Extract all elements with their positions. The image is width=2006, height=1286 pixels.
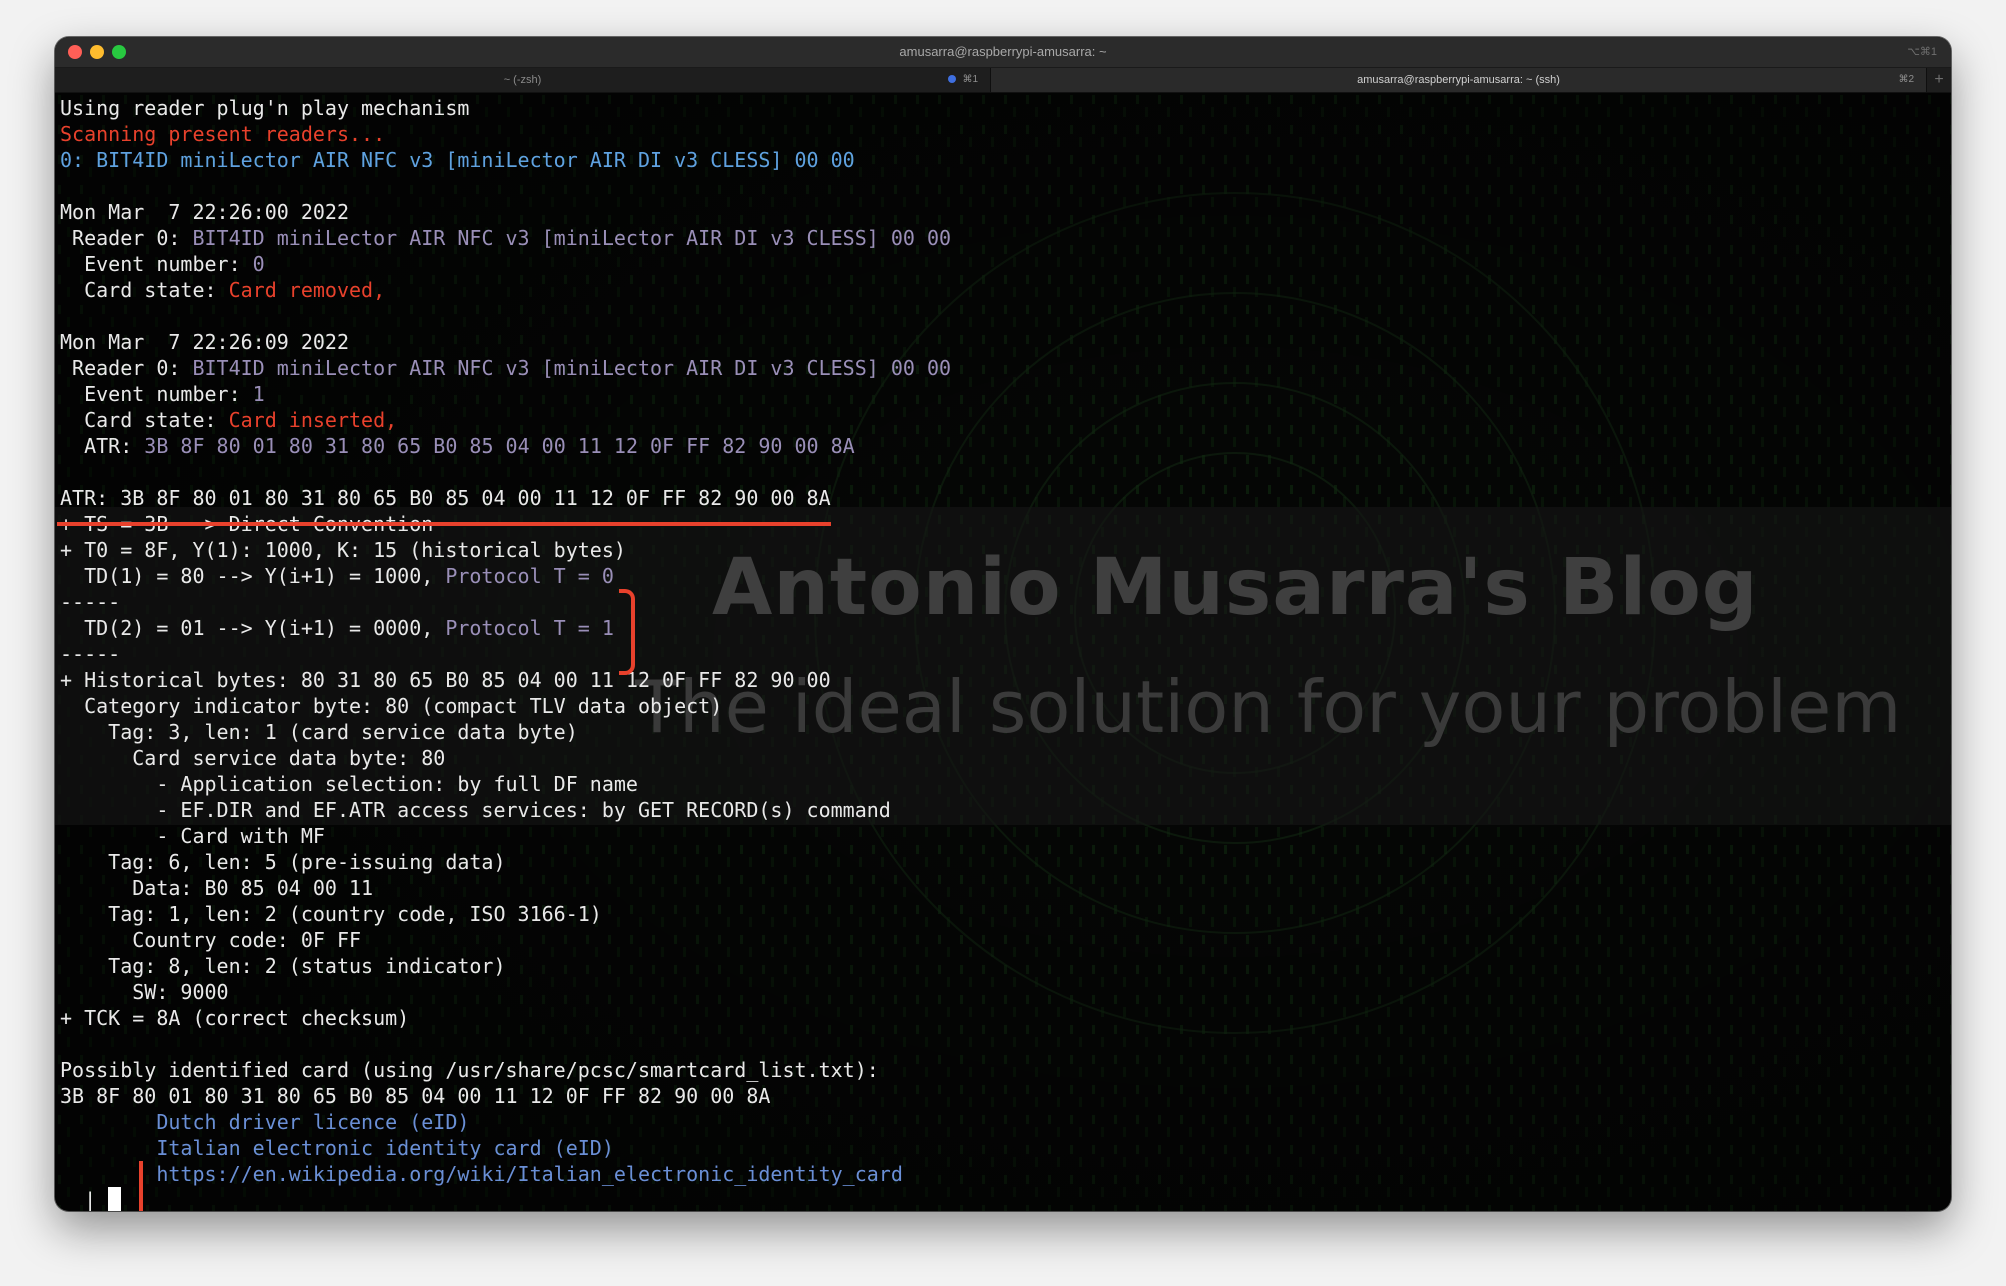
output-line: - EF.DIR and EF.ATR access services: by … — [60, 798, 891, 822]
output-line: Using reader plug'n play mechanism — [60, 96, 470, 120]
new-tab-plus-icon[interactable]: + — [1926, 68, 1951, 92]
output-line: Category indicator byte: 80 (compact TLV… — [60, 694, 723, 718]
output-line: ----- — [60, 642, 121, 666]
terminal-window: amusarra@raspberrypi-amusarra: ~ ⌥⌘1 ~ (… — [55, 37, 1951, 1211]
output-line: Scanning present readers... — [60, 122, 386, 146]
output-line: Tag: 6, len: 5 (pre-issuing data) — [60, 850, 506, 874]
tab-zsh[interactable]: ~ (-zsh) ⌘1 — [55, 68, 990, 92]
output-line: ATR: 3B 8F 80 01 80 31 80 65 B0 85 04 00… — [60, 434, 855, 458]
output-line: + TCK = 8A (correct checksum) — [60, 1006, 410, 1030]
tab-ssh[interactable]: amusarra@raspberrypi-amusarra: ~ (ssh) ⌘… — [990, 68, 1926, 92]
output-line: Dutch driver licence (eID) — [156, 1110, 470, 1134]
text-cursor — [108, 1187, 122, 1211]
output-line: Reader 0: BIT4ID miniLector AIR NFC v3 [… — [60, 226, 952, 250]
output-line: Card state: Card removed, — [60, 278, 386, 302]
output-line: Event number: 1 — [60, 382, 265, 406]
highlight-bracket — [619, 589, 635, 675]
tab-shortcut: ⌘1 — [948, 68, 978, 92]
output-line: ----- — [60, 590, 121, 614]
highlight-bar — [139, 1161, 143, 1211]
output-line: 3B 8F 80 01 80 31 80 65 B0 85 04 00 11 1… — [60, 1084, 771, 1108]
title-bar[interactable]: amusarra@raspberrypi-amusarra: ~ ⌥⌘1 — [55, 37, 1951, 68]
output-line: Reader 0: BIT4ID miniLector AIR NFC v3 [… — [60, 356, 952, 380]
tab-label: ~ (-zsh) — [503, 74, 542, 86]
url-link[interactable]: https://en.wikipedia.org/wiki/Italian_el… — [156, 1162, 903, 1186]
window-title: amusarra@raspberrypi-amusarra: ~ — [899, 44, 1107, 59]
output-line: + T0 = 8F, Y(1): 1000, K: 15 (historical… — [60, 538, 626, 562]
output-line: Country code: 0F FF — [60, 928, 362, 952]
output-line: https://en.wikipedia.org/wiki/Italian_el… — [60, 1161, 1951, 1187]
output-line: Mon Mar 7 22:26:00 2022 — [60, 200, 349, 224]
tab-shortcut: ⌘2 — [1898, 74, 1914, 85]
activity-dot-icon — [948, 75, 957, 84]
output-line: - Card with MF — [60, 824, 325, 848]
output-line: Tag: 1, len: 2 (country code, ISO 3166-1… — [60, 902, 602, 926]
prompt: | — [84, 1188, 97, 1211]
terminal-output: Using reader plug'n play mechanism Scann… — [60, 93, 1951, 1211]
output-line: SW: 9000 — [60, 980, 229, 1004]
output-line: Card service data byte: 80 — [60, 746, 446, 770]
output-line: Event number: 0 — [60, 252, 265, 276]
prompt-line[interactable]: | — [60, 1187, 1951, 1211]
output-line: Data: B0 85 04 00 11 — [60, 876, 374, 900]
output-line: ATR: 3B 8F 80 01 80 31 80 65 B0 85 04 00… — [60, 486, 831, 510]
output-line: Card state: Card inserted, — [60, 408, 398, 432]
output-line: + Historical bytes: 80 31 80 65 B0 85 04… — [60, 668, 831, 692]
window-shortcut: ⌥⌘1 — [1907, 46, 1937, 58]
output-line: TD(2) = 01 --> Y(i+1) = 0000, Protocol T… — [60, 616, 614, 640]
output-line: 0: BIT4ID miniLector AIR NFC v3 [miniLec… — [60, 148, 855, 172]
output-line: TD(1) = 80 --> Y(i+1) = 1000, Protocol T… — [60, 564, 614, 588]
output-line: Tag: 8, len: 2 (status indicator) — [60, 954, 506, 978]
output-line: Tag: 3, len: 1 (card service data byte) — [60, 720, 578, 744]
terminal-content[interactable]: Antonio Musarra's Blog The ideal solutio… — [55, 93, 1951, 1211]
output-line: Italian electronic identity card (eID) — [156, 1136, 614, 1160]
output-line: Mon Mar 7 22:26:09 2022 — [60, 330, 349, 354]
tab-bar: ~ (-zsh) ⌘1 amusarra@raspberrypi-amusarr… — [55, 68, 1951, 93]
highlight-underline — [57, 522, 831, 526]
output-line: Possibly identified card (using /usr/sha… — [60, 1058, 879, 1082]
output-line: - Application selection: by full DF name — [60, 772, 638, 796]
tab-label: amusarra@raspberrypi-amusarra: ~ (ssh) — [1357, 74, 1560, 86]
